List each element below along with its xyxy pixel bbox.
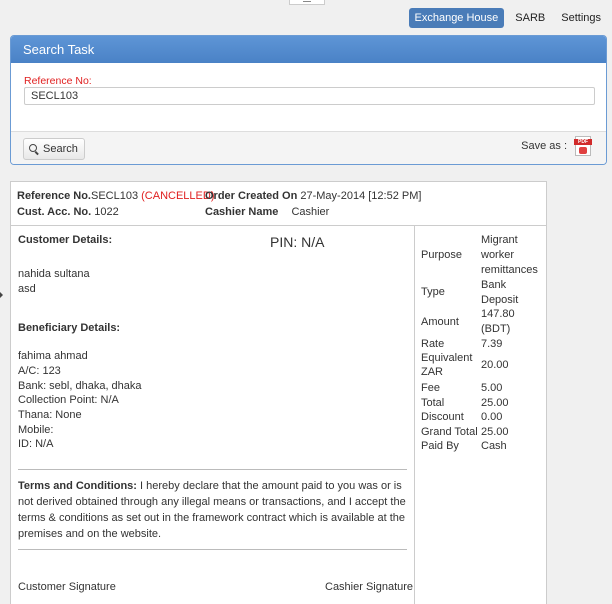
summary-key: Equivalent ZAR (421, 352, 473, 378)
pin-value: PIN: N/A (270, 234, 325, 250)
cust-acc-label: Cust. Acc. No. (17, 206, 92, 218)
header-divider (11, 225, 546, 226)
beneficiary-thana: Thana: None (18, 409, 82, 421)
status-badge: (CANCELLED) (141, 190, 215, 202)
top-navigation: Exchange House SARB Settings (408, 8, 607, 28)
save-as-group: Save as : PDF (521, 136, 592, 156)
customer-name: nahida sultana (18, 268, 90, 280)
summary-value: 5.00 (481, 382, 503, 394)
customer-details-title: Customer Details: (18, 234, 113, 246)
search-task-panel: Search Task Reference No: Search Save as… (10, 35, 607, 165)
cashier-label: Cashier Name (205, 206, 279, 218)
terms-and-conditions: Terms and Conditions: I hereby declare t… (18, 478, 410, 542)
terms-bottom-divider (18, 549, 407, 550)
reference-no-label: Reference No: (24, 75, 92, 87)
beneficiary-bank: Bank: sebl, dhaka, dhaka (18, 380, 142, 392)
summary-value: 7.39 (481, 338, 503, 350)
reference-no-input[interactable] (24, 87, 595, 105)
summary-key: Total (421, 397, 445, 409)
panel-title: Search Task (11, 36, 606, 63)
reference-row: Reference No.SECL103 (CANCELLED) (17, 190, 215, 202)
nav-settings[interactable]: Settings (556, 8, 606, 28)
reference-label: Reference No. (17, 190, 91, 202)
panel-footer: Search Save as : PDF (11, 131, 606, 164)
cust-acc-value: 1022 (94, 206, 119, 218)
search-button[interactable]: Search (23, 138, 85, 160)
cashier-value: Cashier (291, 206, 330, 218)
beneficiary-mobile: Mobile: (18, 424, 54, 436)
sidebar-toggle-arrow-icon[interactable] (0, 290, 4, 300)
transaction-receipt: Reference No.SECL103 (CANCELLED) Order C… (10, 181, 547, 604)
terms-label: Terms and Conditions: (18, 480, 137, 492)
customer-address: asd (18, 283, 36, 295)
summary-value: Migrant worker remittances (481, 234, 538, 276)
beneficiary-collection-point: Collection Point: N/A (18, 394, 119, 406)
order-created-value: 27-May-2014 [12:52 PM] (300, 190, 422, 202)
beneficiary-details-title: Beneficiary Details: (18, 322, 121, 334)
summary-key: Rate (421, 338, 445, 350)
summary-key: Amount (421, 316, 459, 328)
summary-value: 20.00 (481, 359, 509, 371)
order-created-label: Order Created On (205, 190, 298, 202)
cashier-row: Cashier Name Cashier (205, 206, 329, 218)
search-button-label: Search (43, 143, 78, 155)
reference-value: SECL103 (90, 190, 139, 202)
summary-key: Grand Total (421, 426, 478, 438)
beneficiary-name: fahima ahmad (18, 350, 88, 362)
summary-key: Paid By (421, 440, 459, 452)
search-icon (29, 143, 40, 155)
summary-value: Bank Deposit (481, 279, 519, 306)
nav-sarb[interactable]: SARB (510, 8, 550, 28)
pdf-export-icon[interactable]: PDF (574, 136, 592, 156)
summary-key: Fee (421, 382, 440, 394)
cust-acc-row: Cust. Acc. No. 1022 (17, 206, 119, 218)
customer-signature-label: Customer Signature (18, 581, 116, 593)
summary-value: 25.00 (481, 397, 509, 409)
summary-value: 0.00 (481, 411, 503, 423)
beneficiary-id: ID: N/A (18, 438, 54, 450)
summary-value: Cash (481, 440, 507, 452)
summary-key: Purpose (421, 249, 462, 261)
summary-value: 25.00 (481, 426, 509, 438)
save-as-label: Save as : (521, 140, 567, 152)
summary-key: Discount (421, 411, 464, 423)
summary-key: Type (421, 286, 445, 298)
column-divider (414, 226, 415, 604)
beneficiary-account: A/C: 123 (18, 365, 61, 377)
summary-value: 147.80 (BDT) (481, 308, 515, 335)
cashier-signature-label: Cashier Signature (325, 581, 414, 593)
top-collapse-handle[interactable] (289, 0, 325, 5)
terms-top-divider (18, 469, 407, 470)
order-created-row: Order Created On 27-May-2014 [12:52 PM] (205, 190, 421, 202)
nav-exchange-house[interactable]: Exchange House (408, 8, 505, 28)
